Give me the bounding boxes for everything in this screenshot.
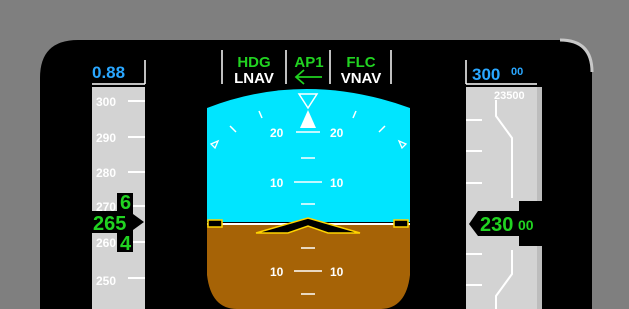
speed-tick-label: 280 xyxy=(96,166,116,180)
pitch-label: 10 xyxy=(330,265,344,279)
speed-drum-lower-digit: 4 xyxy=(120,233,132,255)
ground xyxy=(207,224,410,309)
fma-lateral-armed: LNAV xyxy=(234,70,274,87)
speed-tick-label: 300 xyxy=(96,95,116,109)
fma-autopilot-status: AP1 xyxy=(294,54,323,71)
fma-vertical-active: FLC xyxy=(346,54,375,71)
pitch-label: 20 xyxy=(330,126,344,140)
fma-vertical-armed: VNAV xyxy=(341,70,382,87)
speed-tick-label: 260 xyxy=(96,236,116,250)
pfd-canvas: 0.88 300 290 280 270 260 250 265 6 4 HDG… xyxy=(40,38,594,309)
speed-drum-upper-digit: 6 xyxy=(120,192,131,214)
speed-tick-label: 250 xyxy=(96,274,116,288)
current-speed-readout: 265 xyxy=(93,213,126,235)
altitude-tape-top-label: 23500 xyxy=(494,90,525,102)
speed-tick-label: 290 xyxy=(96,131,116,145)
selected-mach-readout: 0.88 xyxy=(92,63,125,82)
altitude-tape-right-strip xyxy=(537,87,542,309)
pitch-label: 10 xyxy=(270,265,284,279)
primary-flight-display: 0.88 300 290 280 270 260 250 265 6 4 HDG… xyxy=(0,0,629,309)
fma-lateral-active: HDG xyxy=(237,54,270,71)
pitch-label: 10 xyxy=(270,176,284,190)
selected-altitude-readout: 300 xyxy=(472,65,500,84)
pitch-label: 10 xyxy=(330,176,344,190)
pitch-label: 20 xyxy=(270,126,284,140)
current-altitude-sub: 00 xyxy=(518,217,534,233)
current-altitude-readout: 230 xyxy=(480,214,513,236)
selected-altitude-sub: 00 xyxy=(511,66,523,78)
